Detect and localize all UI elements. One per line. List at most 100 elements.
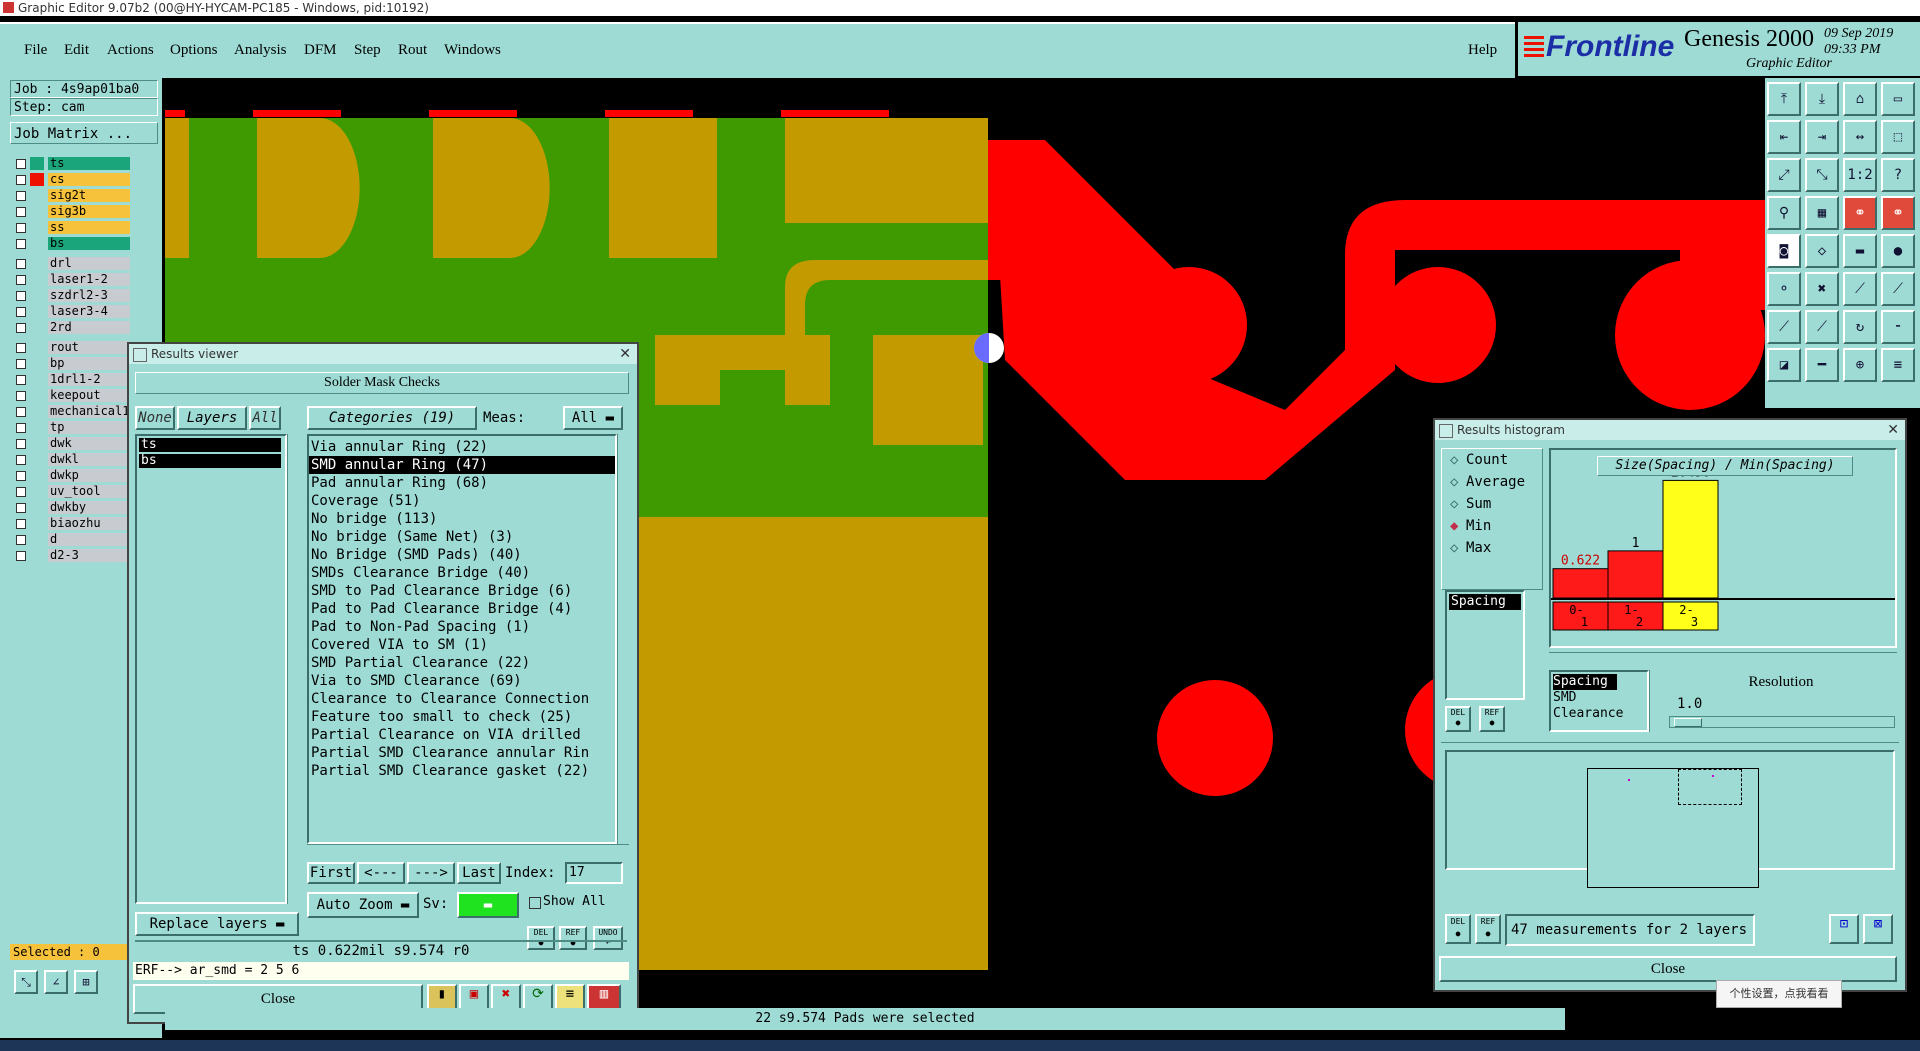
layer-row[interactable]: dwk bbox=[12, 436, 132, 452]
layer-checkbox[interactable] bbox=[16, 343, 26, 353]
radio-icon[interactable]: ◇ bbox=[1450, 493, 1458, 515]
category-item[interactable]: Partial SMD Clearance gasket (22) bbox=[309, 762, 615, 780]
ime-tooltip[interactable]: 个性设置，点我看看 bbox=[1716, 980, 1842, 1008]
menu-actions[interactable]: Actions bbox=[107, 42, 154, 59]
layer-checkbox[interactable] bbox=[16, 191, 26, 201]
category-item[interactable]: Coverage (51) bbox=[309, 492, 615, 510]
layer-name[interactable]: uv_tool bbox=[48, 485, 130, 498]
category-item[interactable]: Pad to Pad Clearance Bridge (4) bbox=[309, 600, 615, 618]
menu-dfm[interactable]: DFM bbox=[304, 42, 337, 59]
zoom-in-icon[interactable]: ⤡ bbox=[1805, 158, 1839, 192]
layer-row[interactable]: d bbox=[12, 532, 132, 548]
stat-option[interactable]: ◇ Max bbox=[1442, 537, 1542, 559]
layer-name[interactable]: bp bbox=[48, 357, 130, 370]
layer-row[interactable]: sig3b bbox=[12, 204, 132, 220]
layer-checkbox[interactable] bbox=[16, 223, 26, 233]
layer-name[interactable]: dwkby bbox=[48, 501, 130, 514]
shape-icon[interactable]: ◇ bbox=[1805, 234, 1839, 268]
last-button[interactable]: Last bbox=[457, 862, 501, 884]
result-layer-item[interactable]: ts bbox=[139, 438, 281, 452]
histogram-list-item[interactable]: Spacing bbox=[1449, 594, 1521, 610]
close-icon[interactable]: ✕ bbox=[1887, 420, 1899, 440]
layer-name[interactable]: tp bbox=[48, 421, 130, 434]
layer-row[interactable]: bp bbox=[12, 356, 132, 372]
sv-color-dropdown[interactable]: ▬ bbox=[457, 892, 519, 918]
layer-checkbox[interactable] bbox=[16, 471, 26, 481]
category-hscrollbar[interactable] bbox=[307, 844, 629, 855]
all-button[interactable]: All bbox=[249, 406, 281, 430]
search-icon[interactable]: ⚲ bbox=[1767, 196, 1801, 230]
category-item[interactable]: Feature too small to check (25) bbox=[309, 708, 615, 726]
auto-zoom-dropdown[interactable]: Auto Zoom ▬ bbox=[307, 892, 419, 918]
fit-result-icon[interactable]: ⊠ bbox=[1863, 914, 1893, 944]
radio-icon[interactable]: ◇ bbox=[1450, 449, 1458, 471]
stat-option[interactable]: ◆ Min bbox=[1442, 515, 1542, 537]
net-icon[interactable]: ⚭ bbox=[1843, 196, 1877, 230]
layer-checkbox[interactable] bbox=[16, 159, 26, 169]
layer-name[interactable]: 2rd bbox=[48, 321, 130, 334]
layer-row[interactable]: bs bbox=[12, 236, 132, 252]
layer-row[interactable]: mechanical1 bbox=[12, 404, 132, 420]
category-item[interactable]: Partial Clearance on VIA drilled bbox=[309, 726, 615, 744]
category-item[interactable]: Pad to Non-Pad Spacing (1) bbox=[309, 618, 615, 636]
stat-option[interactable]: ◇ Average bbox=[1442, 471, 1542, 493]
layer-name[interactable]: keepout bbox=[48, 389, 130, 402]
category-item[interactable]: Clearance to Clearance Connection bbox=[309, 690, 615, 708]
home-icon[interactable]: ⌂ bbox=[1843, 82, 1877, 116]
swap-icon[interactable]: ↔ bbox=[1843, 120, 1877, 154]
dash-icon[interactable]: ⁃ bbox=[1881, 310, 1915, 344]
chart-hscrollbar[interactable] bbox=[1549, 652, 1897, 663]
layer-row[interactable]: dwkl bbox=[12, 452, 132, 468]
slash-icon[interactable]: ⟋ bbox=[1767, 310, 1801, 344]
layer-name[interactable]: dwkl bbox=[48, 453, 130, 466]
pad-icon[interactable]: ◙ bbox=[1767, 234, 1801, 268]
categories-button[interactable]: Categories (19) bbox=[307, 406, 477, 430]
index-input[interactable]: 17 bbox=[565, 862, 623, 884]
layer-name[interactable]: laser1-2 bbox=[48, 273, 130, 286]
line-alt-icon[interactable]: ⟋ bbox=[1881, 272, 1915, 306]
menu-step[interactable]: Step bbox=[354, 42, 381, 59]
layer-row[interactable]: drl bbox=[12, 256, 132, 272]
menu-windows[interactable]: Windows bbox=[444, 42, 501, 59]
layer-checkbox[interactable] bbox=[16, 323, 26, 333]
histogram-close-button[interactable]: Close bbox=[1439, 956, 1897, 982]
next-button[interactable]: ---> bbox=[407, 862, 455, 884]
spacing-list[interactable]: Spacing SMD Clearance bbox=[1549, 670, 1649, 732]
result-layer-item[interactable]: bs bbox=[139, 454, 281, 468]
histogram-bar[interactable] bbox=[1607, 550, 1664, 599]
layer-row[interactable]: ts bbox=[12, 156, 132, 172]
layer-name[interactable]: drl bbox=[48, 257, 130, 270]
menu-options[interactable]: Options bbox=[170, 42, 218, 59]
zoom-tool-icon[interactable]: ⤡ bbox=[14, 970, 38, 994]
measure-tool-icon[interactable]: ∠ bbox=[44, 970, 68, 994]
layer-name[interactable]: cs bbox=[48, 173, 130, 186]
help-icon[interactable]: ? bbox=[1881, 158, 1915, 192]
radio-checked-icon[interactable]: ◆ bbox=[1450, 515, 1458, 537]
line-icon[interactable]: ⟋ bbox=[1843, 272, 1877, 306]
layer-checkbox[interactable] bbox=[16, 487, 26, 497]
zoom-result-icon[interactable]: ⊡ bbox=[1829, 914, 1859, 944]
layer-checkbox[interactable] bbox=[16, 239, 26, 249]
layer-row[interactable]: sig2t bbox=[12, 188, 132, 204]
category-item[interactable]: SMDs Clearance Bridge (40) bbox=[309, 564, 615, 582]
layer-name[interactable]: biaozhu bbox=[48, 517, 130, 530]
category-item[interactable]: SMD annular Ring (47) bbox=[309, 456, 615, 474]
stat-option[interactable]: ◇ Count bbox=[1442, 449, 1542, 471]
category-item[interactable]: Via to SMD Clearance (69) bbox=[309, 672, 615, 690]
move-up-icon[interactable]: ⤒ bbox=[1767, 82, 1801, 116]
menu-edit[interactable]: Edit bbox=[64, 42, 89, 59]
layer-name[interactable]: rout bbox=[48, 341, 130, 354]
radio-icon[interactable]: ◇ bbox=[1450, 537, 1458, 559]
layer-checkbox[interactable] bbox=[16, 551, 26, 561]
move-down-icon[interactable]: ⤓ bbox=[1805, 82, 1839, 116]
show-all-checkbox[interactable] bbox=[529, 897, 541, 909]
layer-row[interactable]: rout bbox=[12, 340, 132, 356]
layer-name[interactable]: bs bbox=[48, 237, 130, 250]
category-item[interactable]: No bridge (113) bbox=[309, 510, 615, 528]
replace-layers-button[interactable]: Replace layers ▬ bbox=[135, 912, 299, 936]
bar-icon[interactable]: ━ bbox=[1805, 348, 1839, 382]
layer-checkbox[interactable] bbox=[16, 259, 26, 269]
radio-icon[interactable]: ◇ bbox=[1450, 471, 1458, 493]
layers-button[interactable]: Layers bbox=[177, 406, 247, 430]
layer-checkbox[interactable] bbox=[16, 291, 26, 301]
